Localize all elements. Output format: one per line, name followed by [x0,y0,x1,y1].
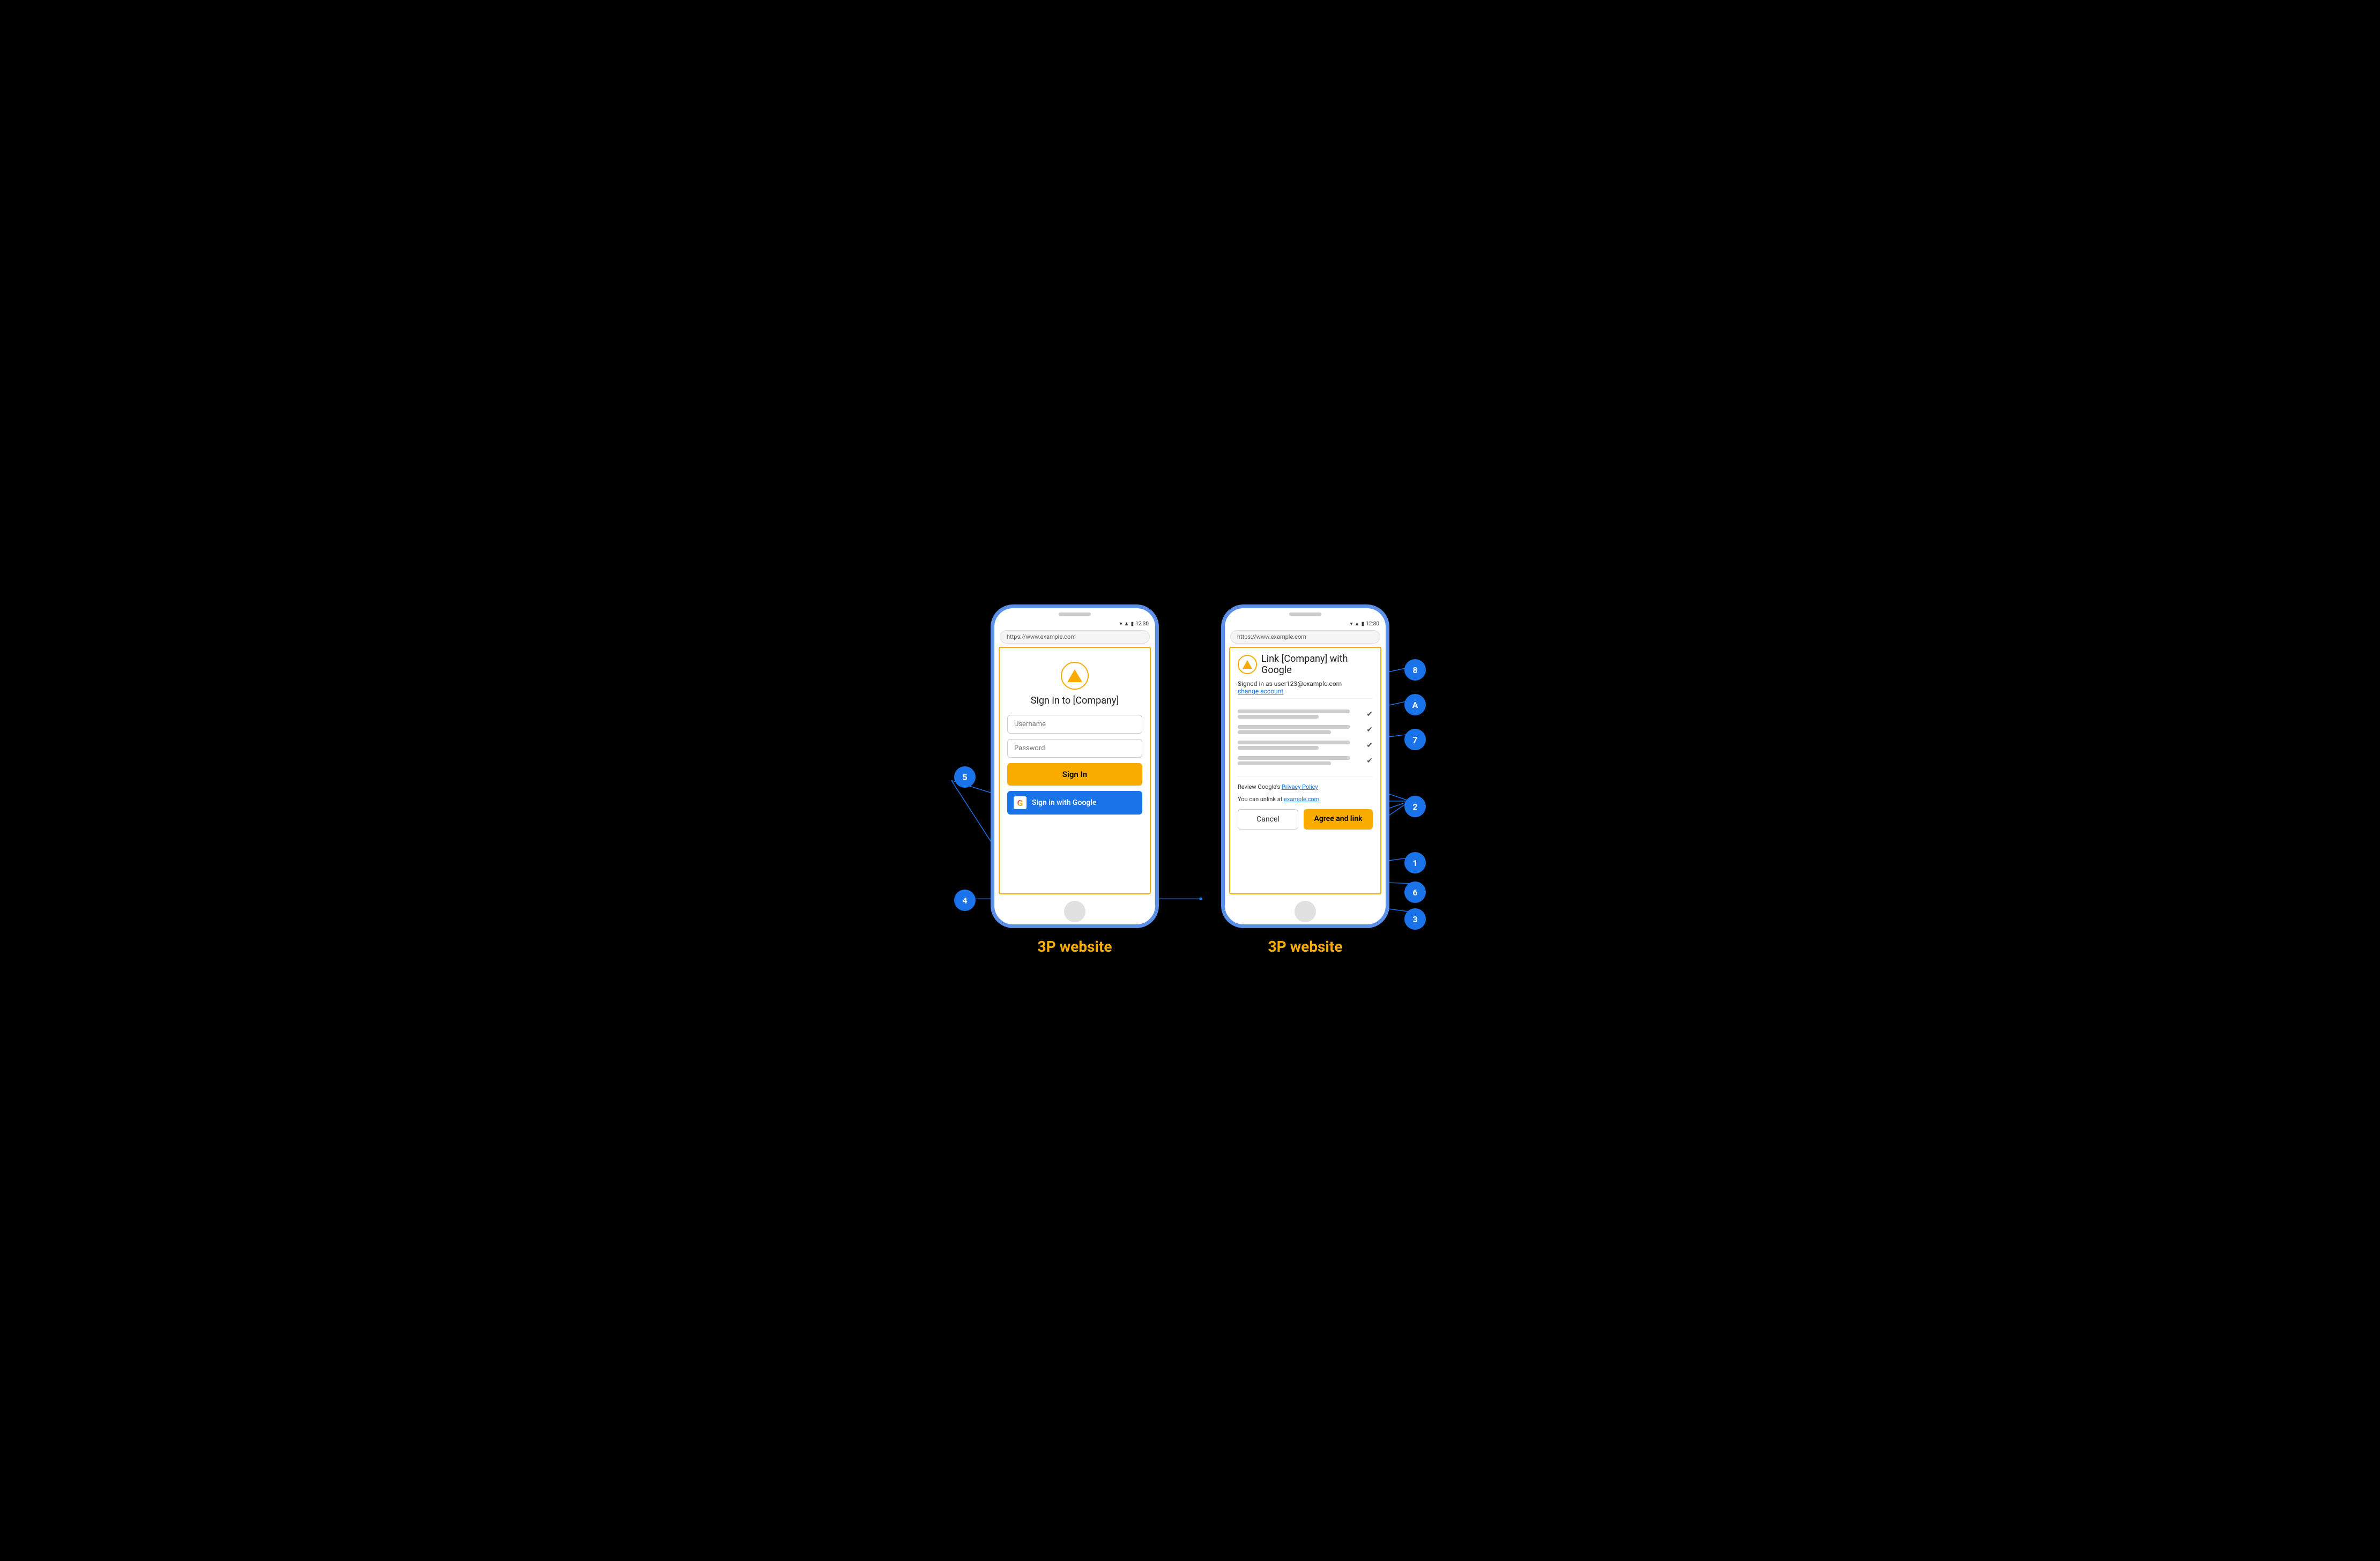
sign-in-button[interactable]: Sign In [1007,763,1142,786]
phones-row: 5 4 ▾ ▲ ▮ 12:30 [868,606,1512,955]
privacy-policy-link[interactable]: Privacy Policy [1282,783,1318,790]
perm-line [1238,741,1350,744]
phone1-screen-content: Sign in to [Company] Username Password S… [999,647,1151,894]
perm-line [1238,761,1331,765]
badge-5: 5 [954,766,976,788]
perm-row-1: ✔ [1238,707,1373,721]
perm-line [1238,746,1319,750]
notch-2 [1289,613,1321,616]
logo-circle-1 [1061,662,1089,690]
policy-text: Review Google's Privacy Policy [1238,783,1373,792]
badge-6: 6 [1404,882,1426,903]
perm-row-2: ✔ [1238,723,1373,736]
badge-7: 7 [1404,729,1426,750]
signin-title: Sign in to [Company] [1007,695,1142,706]
phone2-screen-content: Link [Company] with Google Signed in as … [1229,647,1381,894]
time-display-2: 12:30 [1366,621,1379,627]
phone1-inner: ▾ ▲ ▮ 12:30 https://www.example.com [994,608,1155,924]
phone1-label: 3P website [1038,938,1112,955]
signal-icon-2: ▲ [1355,621,1360,627]
perm-lines-2 [1238,725,1362,734]
status-icons-2: ▾ ▲ ▮ 12:30 [1350,621,1379,627]
agree-link-button[interactable]: Agree and link [1304,809,1373,830]
badge-3: 3 [1404,908,1426,930]
status-bar-1: ▾ ▲ ▮ 12:30 [994,618,1155,628]
phone2-wrapper: 8 A 7 2 1 6 3 [1222,606,1388,955]
status-icons-1: ▾ ▲ ▮ 12:30 [1120,621,1149,627]
unlink-link[interactable]: example.com [1284,796,1319,803]
google-icon-box: G [1014,796,1027,809]
perm-line [1238,725,1350,729]
chevron-1[interactable]: ✔ [1366,710,1373,719]
username-field[interactable]: Username [1007,715,1142,734]
google-g-icon: G [1017,798,1023,808]
url-bar-2[interactable]: https://www.example.com [1230,630,1380,644]
chevron-3[interactable]: ✔ [1366,741,1373,750]
btn-row: Cancel Agree and link [1238,809,1373,830]
diagram-container: 5 4 ▾ ▲ ▮ 12:30 [868,606,1512,955]
perm-row-4: ✔ [1238,754,1373,767]
unlink-prefix: You can unlink at [1238,796,1284,803]
url-text-2: https://www.example.com [1237,633,1306,640]
logo-triangle-1 [1067,669,1082,682]
company-logo-1 [1007,662,1142,690]
time-display-1: 12:30 [1135,621,1149,627]
change-account-link[interactable]: change account [1238,688,1373,695]
home-button-1[interactable] [1064,901,1085,922]
perm-line [1238,730,1331,734]
phone1-shell: ▾ ▲ ▮ 12:30 https://www.example.com [992,606,1158,927]
logo-triangle-sm [1243,660,1252,669]
signal-icon: ▲ [1124,621,1129,627]
badge-2: 2 [1404,796,1426,817]
phone2-shell: ▾ ▲ ▮ 12:30 https://www.example.com [1222,606,1388,927]
logo-circle-sm [1238,655,1257,674]
home-button-2[interactable] [1295,901,1316,922]
password-field[interactable]: Password [1007,739,1142,758]
link-title: Link [Company] with Google [1261,653,1373,676]
divider-1 [1238,698,1373,699]
badge-A: A [1404,694,1426,715]
notch [1059,613,1091,616]
badge-4: 4 [954,890,976,911]
battery-icon-2: ▮ [1362,621,1365,627]
perm-line [1238,756,1350,760]
unlink-text: You can unlink at example.com [1238,795,1373,804]
perm-lines-4 [1238,756,1362,765]
chevron-4[interactable]: ✔ [1366,757,1373,765]
wifi-icon-2: ▾ [1350,621,1353,627]
url-bar-1[interactable]: https://www.example.com [1000,630,1150,644]
badge-8: 8 [1404,659,1426,681]
perm-lines-3 [1238,741,1362,750]
status-bar-2: ▾ ▲ ▮ 12:30 [1225,618,1386,628]
perm-row-3: ✔ [1238,738,1373,752]
perm-line [1238,709,1350,713]
signed-in-text: Signed in as user123@example.com [1238,680,1373,688]
perm-lines-1 [1238,709,1362,719]
policy-prefix: Review Google's [1238,783,1282,790]
chevron-2[interactable]: ✔ [1366,726,1373,734]
phone1-wrapper: 5 4 ▾ ▲ ▮ 12:30 [992,606,1158,955]
permission-rows: ✔ ✔ [1238,707,1373,767]
phone2-inner: ▾ ▲ ▮ 12:30 https://www.example.com [1225,608,1386,924]
google-button-label: Sign in with Google [1032,798,1096,807]
url-text-1: https://www.example.com [1007,633,1076,640]
badge-1: 1 [1404,852,1426,873]
google-signin-button[interactable]: G Sign in with Google [1007,791,1142,815]
battery-icon: ▮ [1131,621,1134,627]
link-header: Link [Company] with Google [1238,653,1373,676]
perm-line [1238,715,1319,719]
phone2-label: 3P website [1268,938,1343,955]
cancel-button[interactable]: Cancel [1238,809,1298,830]
wifi-icon: ▾ [1120,621,1122,627]
